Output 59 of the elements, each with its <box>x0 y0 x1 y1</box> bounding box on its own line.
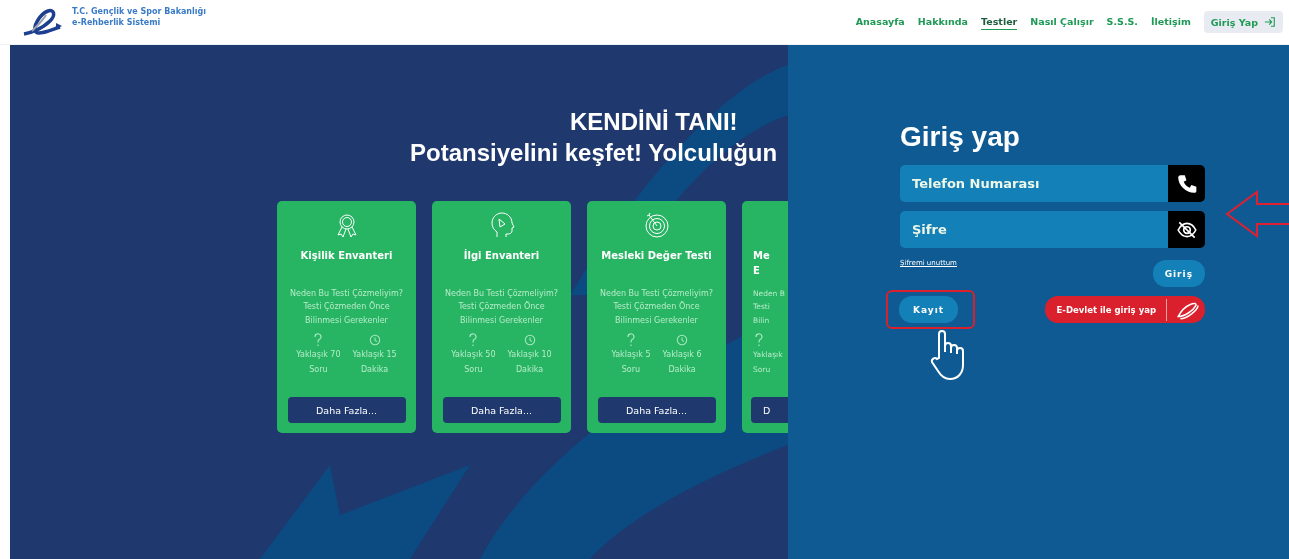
card-description: Neden Bu Testi Çözmeliyim? <box>600 287 713 300</box>
card-description: Bilinmesi Gerekenler <box>459 314 544 327</box>
stat-unit: Dakika <box>360 364 389 377</box>
ministry-name: T.C. Gençlik ve Spor Bakanlığı <box>72 6 206 17</box>
nav-link[interactable]: Testler <box>981 14 1018 30</box>
nav-link[interactable]: S.S.S. <box>1106 14 1138 30</box>
hero-subtitle: Potansiyelini keşfet! Yolculuğun <box>410 138 779 168</box>
input-field[interactable]: Şifre <box>900 211 1168 248</box>
stat-value: Yaklaşık 10 <box>507 349 552 362</box>
stat-unit: Dakika <box>668 364 696 377</box>
stat-value: Yaklaşık 70 <box>296 349 341 362</box>
pointer-arrow-drawing <box>1225 190 1289 238</box>
stat-value: Yaklaşık 15 <box>352 349 397 362</box>
system-name: e-Rehberlik Sistemi <box>72 17 162 28</box>
submit-button[interactable]: Giriş <box>1152 260 1205 287</box>
more-button[interactable]: Daha Fazla... <box>597 397 716 423</box>
nav-link[interactable]: Hakkında <box>917 14 969 30</box>
more-button[interactable]: D <box>751 397 788 423</box>
card-title: İlgi Envanteri <box>463 248 540 263</box>
card-title: Me <box>753 249 770 263</box>
phone-icon <box>1175 172 1198 195</box>
card-description: Neden Bu Testi Çözmeliyim? <box>445 287 558 300</box>
stat-unit: Soru <box>464 364 483 377</box>
card-title: Kişilik Envanteri <box>300 249 393 263</box>
question-mark-icon <box>467 333 480 348</box>
nav-link[interactable]: Nasıl Çalışır <box>1030 14 1094 30</box>
card-description: Bilinmesi Gerekenler <box>304 314 389 327</box>
edevlet-logo-icon <box>1166 298 1201 321</box>
card-description: Testi Çözmeden Önce <box>302 300 391 314</box>
stat-value: Yaklaşık 50 <box>451 349 496 362</box>
stat-value: Yaklaşık 5 <box>611 349 651 362</box>
question-mark-icon <box>753 333 765 348</box>
card-description: Testi Çözmeden Önce <box>457 300 546 314</box>
login-title: Giriş yap <box>900 121 1021 153</box>
stat-unit: Soru <box>621 364 641 377</box>
card-description: Neden Bu Testi Çözmeliyim? <box>290 287 403 300</box>
register-button[interactable]: Kayıt <box>899 296 959 323</box>
question-mark-icon <box>312 333 325 348</box>
stat-unit: Dakika <box>515 364 544 377</box>
card-description: Testi Çözmeden Önce <box>612 300 701 314</box>
more-button[interactable]: Daha Fazla... <box>287 397 406 423</box>
clock-icon <box>676 333 689 348</box>
card-title: Mesleki Değer Testi <box>601 249 712 263</box>
login-icon <box>1264 16 1276 28</box>
clock-icon <box>368 333 381 348</box>
more-button[interactable]: Daha Fazla... <box>442 397 561 423</box>
question-mark-icon <box>624 333 637 348</box>
hero-title: KENDİNİ TANI! <box>570 107 739 137</box>
stat-unit: Soru <box>309 364 328 377</box>
card-title: E <box>753 264 761 278</box>
card-description: Bilinmesi Gerekenler <box>614 314 699 327</box>
stat-value: Yaklaşık 6 <box>662 349 702 362</box>
nav-link[interactable]: İletişim <box>1150 14 1191 30</box>
input-field[interactable]: Telefon Numarası <box>900 165 1168 202</box>
nav-link[interactable]: Anasayfa <box>855 14 905 30</box>
clock-icon <box>523 333 536 348</box>
edevlet-button[interactable]: E-Devlet ile giriş yap <box>1044 296 1205 323</box>
login-button[interactable]: Giriş Yap <box>1203 11 1283 33</box>
target-icon <box>642 211 671 239</box>
